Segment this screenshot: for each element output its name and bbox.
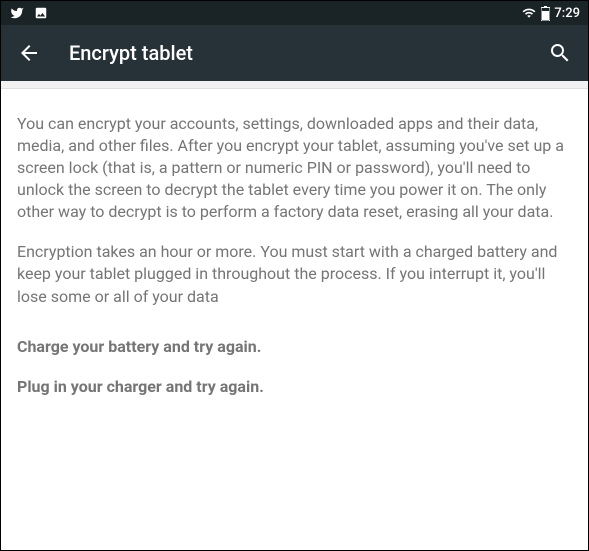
wifi-icon xyxy=(521,6,537,20)
description-paragraph-2: Encryption takes an hour or more. You mu… xyxy=(17,241,572,307)
battery-icon xyxy=(541,6,550,21)
status-bar: 7:29 xyxy=(1,1,588,25)
page-title: Encrypt tablet xyxy=(69,41,520,65)
status-bar-left xyxy=(9,6,49,20)
search-button[interactable] xyxy=(548,41,572,65)
warning-battery: Charge your battery and try again. xyxy=(17,336,572,358)
status-time: 7:29 xyxy=(554,6,580,21)
back-button[interactable] xyxy=(17,41,41,65)
status-bar-right: 7:29 xyxy=(521,6,580,21)
app-bar: Encrypt tablet xyxy=(1,25,588,81)
image-icon xyxy=(33,6,49,20)
divider-strip xyxy=(1,81,588,89)
description-paragraph-1: You can encrypt your accounts, settings,… xyxy=(17,113,572,223)
twitter-icon xyxy=(9,6,25,20)
content-area: You can encrypt your accounts, settings,… xyxy=(1,89,588,432)
warning-charger: Plug in your charger and try again. xyxy=(17,376,572,398)
